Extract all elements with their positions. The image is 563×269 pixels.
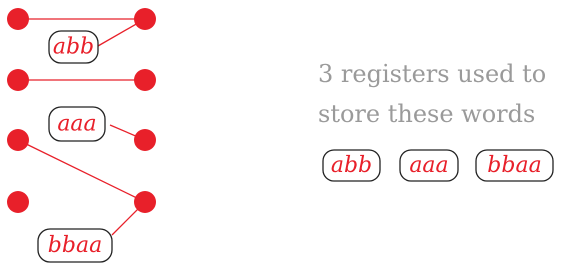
stored-word-text: abb [331, 153, 372, 178]
wire-label-text: abb [53, 35, 94, 60]
stored-word-aaa: aaa [399, 149, 459, 182]
stored-word-abb: abb [322, 149, 381, 182]
stored-word-text: bbaa [487, 153, 541, 178]
register-node [134, 191, 156, 213]
wire-label-aaa: aaa [48, 106, 106, 142]
caption-line-2: store these words [318, 100, 536, 128]
register-node [134, 8, 156, 30]
stored-word-bbaa: bbaa [475, 149, 554, 182]
wire-label-text: aaa [57, 112, 96, 137]
wire-label-text: bbaa [48, 233, 102, 258]
register-node [134, 129, 156, 151]
register-node [7, 129, 29, 151]
register-node [7, 69, 29, 91]
register-node [134, 69, 156, 91]
register-node [7, 191, 29, 213]
register-node [7, 8, 29, 30]
register-diagram: abb aaa bbaa abb aaa bbaa [7, 8, 554, 263]
wire-label-abb: abb [48, 30, 99, 64]
caption-line-1: 3 registers used to [318, 60, 547, 88]
wire-label-bbaa: bbaa [37, 228, 113, 263]
wire-left3-to-right4 [17, 139, 146, 203]
stored-word-text: aaa [409, 153, 448, 178]
